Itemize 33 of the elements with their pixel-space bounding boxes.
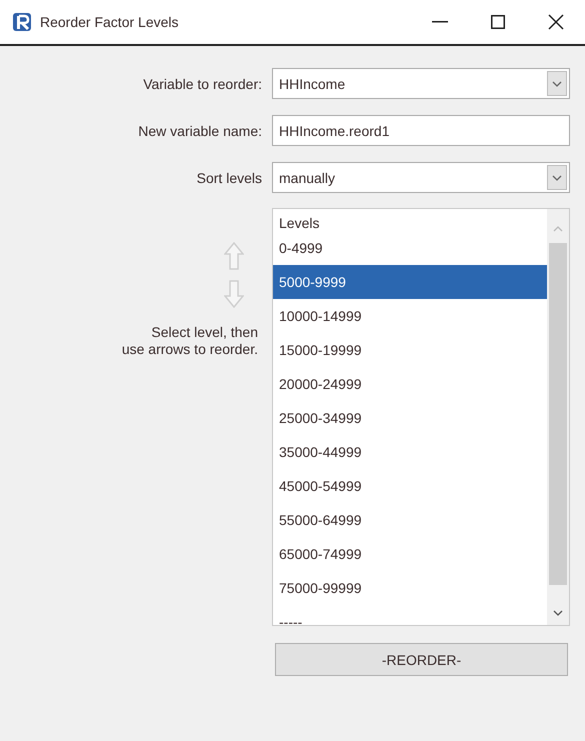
chevron-down-icon bbox=[552, 174, 562, 180]
name-input-field[interactable]: HHIncome.reord1 bbox=[272, 115, 570, 146]
list-header: Levels bbox=[278, 214, 320, 231]
variable-dropdown[interactable]: HHIncome bbox=[272, 68, 570, 99]
list-item[interactable]: 65000-74999 bbox=[273, 537, 547, 571]
sort-dropdown[interactable]: manually bbox=[272, 162, 570, 193]
app-logo-icon bbox=[12, 12, 32, 32]
list-item[interactable]: 45000-54999 bbox=[273, 469, 547, 503]
close-icon bbox=[548, 14, 564, 30]
reorder-button[interactable]: -REORDER- bbox=[275, 643, 568, 676]
scrollbar-thumb[interactable] bbox=[549, 243, 567, 585]
list-item[interactable]: 75000-99999 bbox=[273, 571, 547, 605]
chevron-down-icon bbox=[552, 80, 562, 86]
field-label: Sort levels bbox=[196, 170, 262, 186]
down-arrow-icon[interactable] bbox=[224, 280, 244, 308]
up-arrow-icon[interactable] bbox=[224, 242, 244, 270]
list-item[interactable]: 20000-24999 bbox=[273, 367, 547, 401]
list-item[interactable]: 35000-44999 bbox=[273, 435, 547, 469]
minimize-icon bbox=[432, 21, 448, 23]
list-item[interactable]: 0-4999 bbox=[273, 231, 547, 265]
list-item[interactable]: 5000-9999 bbox=[273, 265, 547, 299]
chevron-down-icon bbox=[553, 610, 563, 616]
list-item[interactable]: 10000-14999 bbox=[273, 299, 547, 333]
chevron-up-icon bbox=[553, 226, 563, 232]
list-item[interactable]: 15000-19999 bbox=[273, 333, 547, 367]
field-label: New variable name: bbox=[138, 122, 262, 138]
list-item[interactable]: 55000-64999 bbox=[273, 503, 547, 537]
window-title: Reorder Factor Levels bbox=[40, 14, 180, 30]
field-label: Variable to reorder: bbox=[143, 76, 262, 92]
list-item[interactable]: 25000-34999 bbox=[273, 401, 547, 435]
list-item[interactable]: ----- bbox=[273, 605, 547, 625]
maximize-icon bbox=[491, 15, 505, 29]
help-text: Select level, then use arrows to reorder. bbox=[122, 324, 258, 358]
